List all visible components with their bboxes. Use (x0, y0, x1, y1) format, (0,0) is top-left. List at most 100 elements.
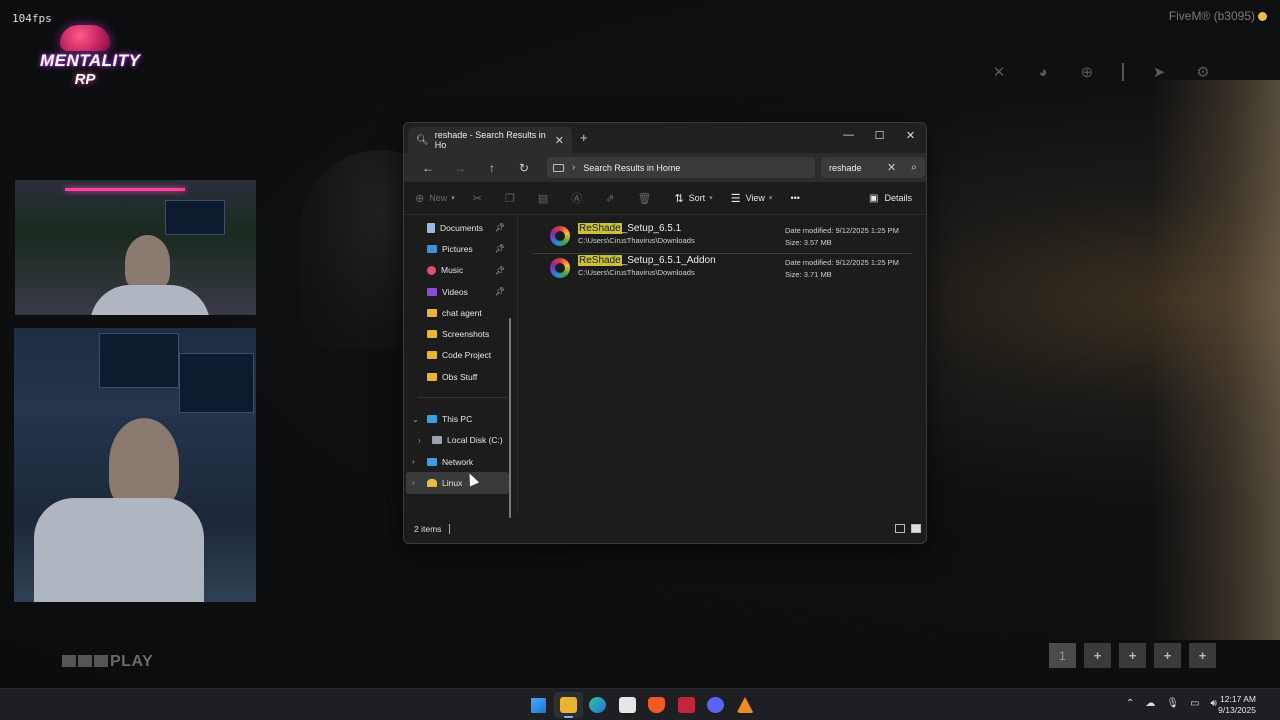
chevron-down-icon[interactable]: ⌄ (412, 415, 419, 424)
tab-close-icon[interactable]: ✕ (555, 134, 564, 147)
chevron-right-icon[interactable]: › (418, 436, 421, 445)
send-icon[interactable]: ➤ (1150, 63, 1168, 81)
details-view-icon[interactable] (895, 524, 905, 533)
hotbar-slot-add[interactable]: + (1119, 643, 1146, 668)
globe-icon[interactable]: ⊕ (1078, 63, 1096, 81)
sidebar-item-pictures[interactable]: Pictures 📌︎ (404, 238, 517, 259)
chevron-right-icon[interactable]: › (412, 457, 415, 466)
brain-icon (60, 25, 110, 51)
taskbar-voicemeeter[interactable] (672, 692, 701, 718)
forward-button[interactable]: → (444, 161, 476, 175)
sidebar-item-chat-agent[interactable]: chat agent (404, 302, 517, 323)
cloud-icon[interactable]: ☁ (1145, 698, 1155, 709)
fivem-icon (736, 697, 754, 713)
share-button[interactable]: ⇗ (605, 192, 619, 205)
sort-button[interactable]: ⇅ Sort ▾ (674, 192, 712, 205)
windows-icon (531, 697, 546, 713)
search-icon[interactable]: ⌕ (911, 162, 917, 173)
folder-icon (427, 372, 437, 381)
hotbar-slot-1[interactable]: 1 (1049, 643, 1076, 668)
chevron-right-icon[interactable]: › (572, 162, 575, 173)
navigation-pane: Documents 📌︎ Pictures 📌︎ Music 📌︎ Videos 📌︎ … (404, 215, 517, 518)
sidebar-item-this-pc[interactable]: ⌄ This PC (404, 408, 517, 429)
computer-icon (427, 415, 437, 424)
window-controls: — ☐ ✕ (833, 123, 926, 145)
discord-icon[interactable]: ◕ (1034, 64, 1052, 81)
explorer-tab[interactable]: 🔍︎ reshade - Search Results in Ho ✕ (408, 127, 572, 153)
taskbar-discord[interactable] (701, 692, 730, 718)
taskbar-file-explorer[interactable] (553, 692, 583, 718)
search-icon: 🔍︎ (416, 134, 429, 146)
view-button[interactable]: ☰ View ▾ (731, 192, 773, 205)
taskbar-apps (524, 692, 760, 718)
folder-icon (427, 351, 437, 360)
fivem-build-label: FiveM® (b3095) (1169, 9, 1267, 23)
up-button[interactable]: ↑ (476, 161, 508, 175)
close-button[interactable]: ✕ (895, 125, 926, 145)
more-options-button[interactable]: ••• (790, 193, 799, 203)
network-icon (427, 457, 437, 466)
rename-button[interactable]: Ⓐ (571, 190, 587, 206)
sidebar-item-music[interactable]: Music 📌︎ (404, 260, 517, 281)
volume-icon[interactable]: 🔊︎ (1211, 698, 1217, 709)
server-logo: MENTALITY RP (40, 25, 140, 105)
list-item[interactable]: ReShade_Setup_6.5.1 C:\Users\CirusThavir… (532, 222, 912, 254)
microphone-icon[interactable]: 🎙︎ (1166, 698, 1179, 709)
delete-button[interactable]: 🗑︎ (637, 192, 656, 205)
sidebar-item-linux[interactable]: › Linux (406, 472, 509, 494)
start-button[interactable] (524, 692, 553, 718)
navigation-bar: ← → ↑ ↻ › Search Results in Home ✕ ⌕ (404, 153, 926, 182)
sidebar-item-obs-stuff[interactable]: Obs Stuff (404, 366, 517, 387)
chevron-right-icon[interactable]: › (412, 478, 415, 487)
sidebar-item-network[interactable]: › Network (404, 451, 517, 472)
hotbar-slot-add[interactable]: + (1189, 643, 1216, 668)
taskbar-brave[interactable] (642, 692, 671, 718)
hotbar-slot-add[interactable]: + (1084, 643, 1111, 668)
address-bar[interactable]: › Search Results in Home (547, 157, 815, 178)
sidebar-item-videos[interactable]: Videos 📌︎ (404, 281, 517, 302)
share-icon: ⇗ (605, 192, 615, 205)
taskbar-store[interactable] (613, 692, 642, 718)
sidebar-item-code-project[interactable]: Code Project (404, 345, 517, 366)
documents-icon (427, 222, 435, 233)
copy-button[interactable]: ❐ (505, 192, 520, 205)
title-bar: 🔍︎ reshade - Search Results in Ho ✕ + — … (404, 123, 926, 153)
plus-circle-icon: ⊕ (415, 192, 425, 205)
tiles-view-icon[interactable] (911, 524, 921, 533)
taskbar-clock[interactable]: 12:17 AM 9/13/2025 (1218, 694, 1256, 716)
file-name: ReShade_Setup_6.5.1_Addon (578, 255, 716, 266)
brave-icon (648, 697, 665, 713)
search-input[interactable] (829, 162, 885, 173)
sidebar-item-local-disk[interactable]: › Local Disk (C:) (404, 430, 517, 451)
details-button[interactable]: ▣ Details (869, 193, 912, 204)
sidebar-item-documents[interactable]: Documents 📌︎ (404, 217, 517, 238)
view-toggle (889, 524, 921, 533)
file-path: C:\Users\CirusThavirus\Downloads (578, 268, 695, 277)
gear-icon[interactable]: ⚙ (1194, 63, 1212, 81)
refresh-button[interactable]: ↻ (508, 161, 540, 175)
close-icon[interactable]: ✕ (990, 63, 1008, 81)
sidebar-item-screenshots[interactable]: Screenshots (404, 323, 517, 344)
cut-button[interactable]: ✂ (473, 192, 487, 205)
hotbar-slot-add[interactable]: + (1154, 643, 1181, 668)
file-path: C:\Users\CirusThavirus\Downloads (578, 236, 695, 245)
display-icon[interactable]: ▭ (1190, 698, 1199, 709)
new-tab-button[interactable]: + (580, 130, 588, 145)
new-button[interactable]: ⊕ New ▾ (415, 192, 455, 205)
maximize-button[interactable]: ☐ (864, 125, 895, 145)
taskbar-fivem[interactable] (731, 692, 760, 718)
list-item[interactable]: ReShade_Setup_6.5.1_Addon C:\Users\Cirus… (532, 254, 912, 286)
paste-button[interactable]: ▤ (538, 192, 553, 205)
minimize-button[interactable]: — (833, 125, 864, 145)
overlay-toolbar: ✕ ◕ ⊕ ➤ ⚙ (990, 63, 1238, 81)
chevron-up-icon[interactable]: ⌃ (1126, 698, 1134, 709)
file-explorer-window: 🔍︎ reshade - Search Results in Ho ✕ + — … (403, 122, 927, 544)
taskbar-edge[interactable] (583, 692, 612, 718)
clear-search-icon[interactable]: ✕ (887, 161, 896, 174)
search-box: ✕ ⌕ (821, 157, 925, 178)
voicemeeter-icon (677, 697, 695, 713)
command-bar: ⊕ New ▾ ✂ ❐ ▤ Ⓐ ⇗ 🗑︎ ⇅ Sort ▾ ☰ View ▾ ••• ▣ De… (404, 182, 926, 215)
pin-icon: 📌︎ (494, 223, 505, 233)
back-button[interactable]: ← (412, 161, 444, 175)
pin-icon: 📌︎ (494, 265, 505, 275)
